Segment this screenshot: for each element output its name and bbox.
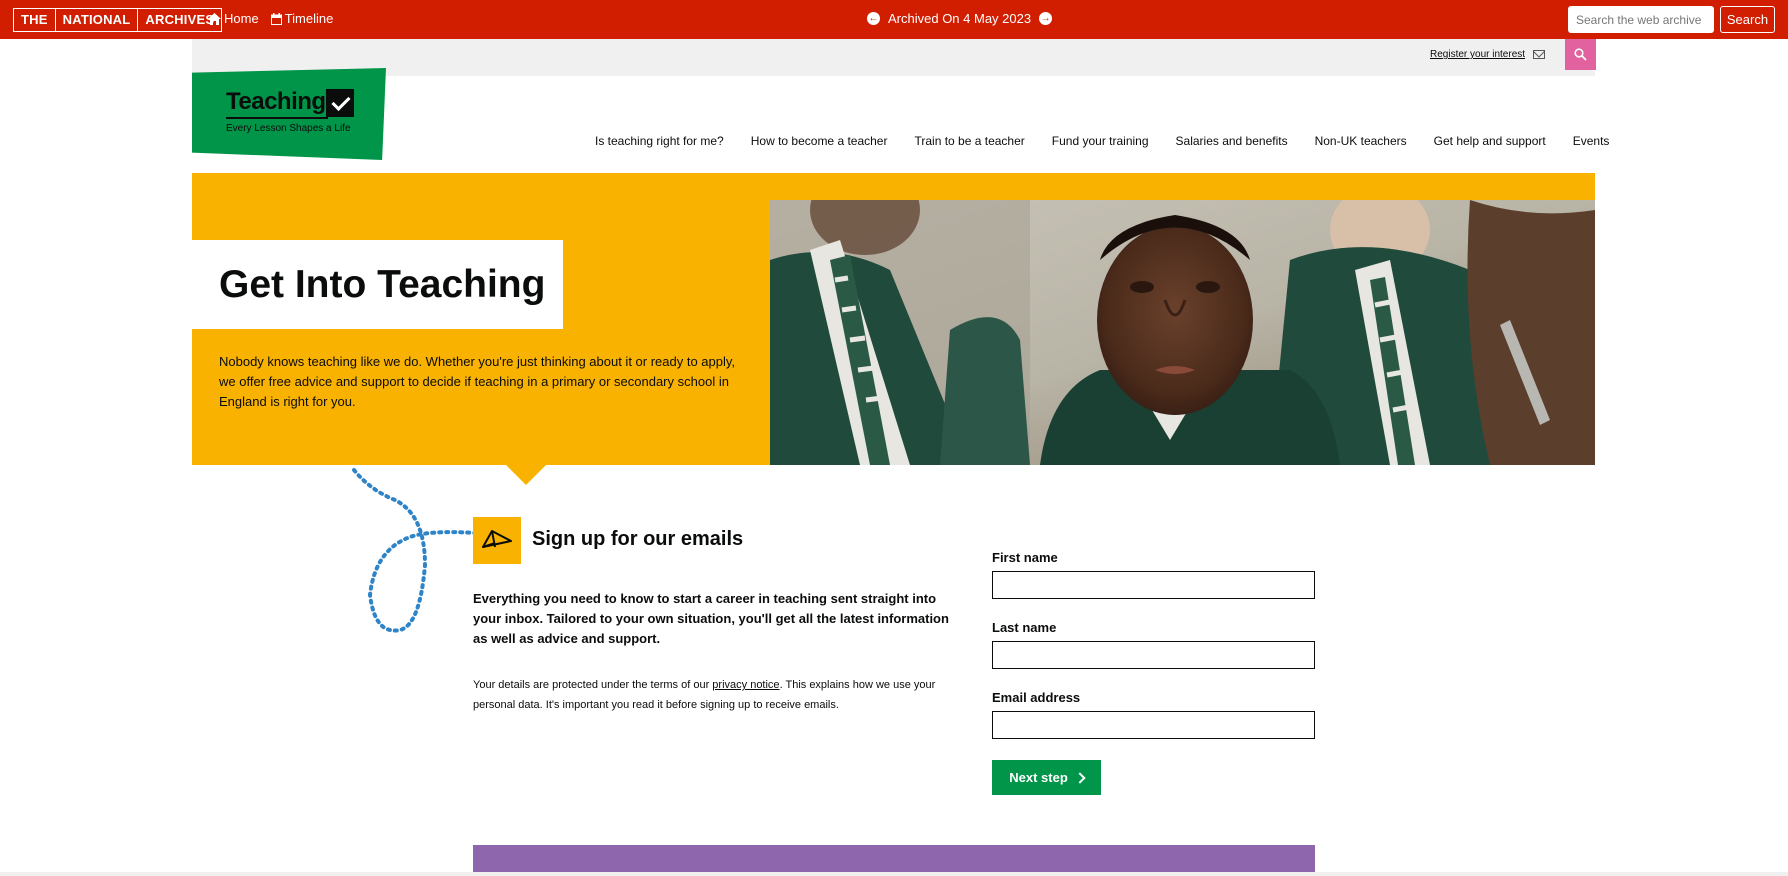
privacy-note-start: Your details are protected under the ter… — [473, 679, 713, 691]
nav-item-salaries[interactable]: Salaries and benefits — [1176, 134, 1288, 148]
hero-banner: Get Into Teaching Nobody knows teaching … — [192, 173, 1595, 465]
archive-nav: Home Timeline — [208, 11, 333, 26]
checkbox-tick-icon — [326, 89, 354, 117]
paper-plane-icon — [473, 517, 521, 564]
nav-item-non-uk[interactable]: Non-UK teachers — [1315, 134, 1407, 148]
home-icon — [208, 12, 221, 25]
page-title: Get Into Teaching — [219, 263, 546, 306]
next-step-label: Next step — [1009, 770, 1068, 785]
archive-search-button[interactable]: Search — [1720, 6, 1775, 33]
signup-heading: Sign up for our emails — [532, 528, 744, 550]
privacy-notice-link[interactable]: privacy notice — [712, 679, 779, 691]
hero-photo-students — [770, 200, 1595, 465]
register-interest-link[interactable]: Register your interest — [1430, 49, 1546, 60]
utility-bar: Register your interest — [192, 39, 1596, 76]
hero-title-box: Get Into Teaching — [192, 240, 563, 329]
email-label: Email address — [992, 690, 1081, 705]
hero-pointer-triangle — [506, 465, 546, 485]
site-search-button[interactable] — [1565, 39, 1596, 70]
hero-intro-text: Nobody knows teaching like we do. Whethe… — [219, 354, 736, 409]
page-bottom-edge — [0, 872, 1788, 876]
email-field[interactable] — [992, 711, 1315, 739]
purple-section-band — [473, 845, 1315, 873]
privacy-note: Your details are protected under the ter… — [473, 675, 953, 715]
calendar-icon — [270, 12, 282, 25]
nav-item-is-teaching-right[interactable]: Is teaching right for me? — [595, 134, 724, 148]
archived-date-nav: ← Archived On 4 May 2023 → — [867, 11, 1053, 26]
logo-tagline: Every Lesson Shapes a Life — [226, 123, 351, 134]
first-name-field[interactable] — [992, 571, 1315, 599]
home-link[interactable]: Home — [208, 11, 259, 26]
national-archives-logo[interactable]: THE NATIONAL ARCHIVES — [13, 8, 223, 32]
last-name-field[interactable] — [992, 641, 1315, 669]
register-interest-label: Register your interest — [1430, 49, 1526, 60]
nav-item-how-to-become[interactable]: How to become a teacher — [751, 134, 888, 148]
signup-lead-text: Everything you need to know to start a c… — [473, 591, 949, 646]
envelope-icon — [1533, 50, 1546, 59]
logo-underline — [226, 117, 328, 119]
logo-part-the: THE — [14, 9, 56, 31]
nav-item-events[interactable]: Events — [1573, 134, 1610, 148]
last-name-label: Last name — [992, 620, 1057, 635]
get-into-teaching-logo[interactable]: Teaching Every Lesson Shapes a Life — [192, 68, 386, 160]
logo-part-national: NATIONAL — [56, 9, 139, 31]
first-name-label: First name — [992, 550, 1058, 565]
archive-search-input[interactable] — [1568, 6, 1714, 33]
timeline-link[interactable]: Timeline — [270, 11, 334, 26]
next-capture-arrow-icon[interactable]: → — [1039, 12, 1053, 25]
next-step-button[interactable]: Next step — [992, 760, 1101, 795]
archived-date-text: Archived On 4 May 2023 — [888, 11, 1032, 26]
chevron-right-icon — [1074, 771, 1086, 784]
home-label: Home — [224, 11, 259, 26]
nav-item-train[interactable]: Train to be a teacher — [914, 134, 1024, 148]
previous-capture-arrow-icon[interactable]: ← — [867, 12, 880, 25]
main-nav: Is teaching right for me? How to become … — [595, 134, 1636, 148]
timeline-label: Timeline — [284, 11, 334, 26]
archive-banner: THE NATIONAL ARCHIVES Home Timeline ← Ar… — [0, 0, 1788, 39]
dotted-line-decoration — [352, 468, 477, 633]
search-icon — [1574, 48, 1587, 61]
nav-item-fund-training[interactable]: Fund your training — [1052, 134, 1149, 148]
logo-word: Teaching — [226, 88, 326, 115]
nav-item-help-support[interactable]: Get help and support — [1434, 134, 1546, 148]
